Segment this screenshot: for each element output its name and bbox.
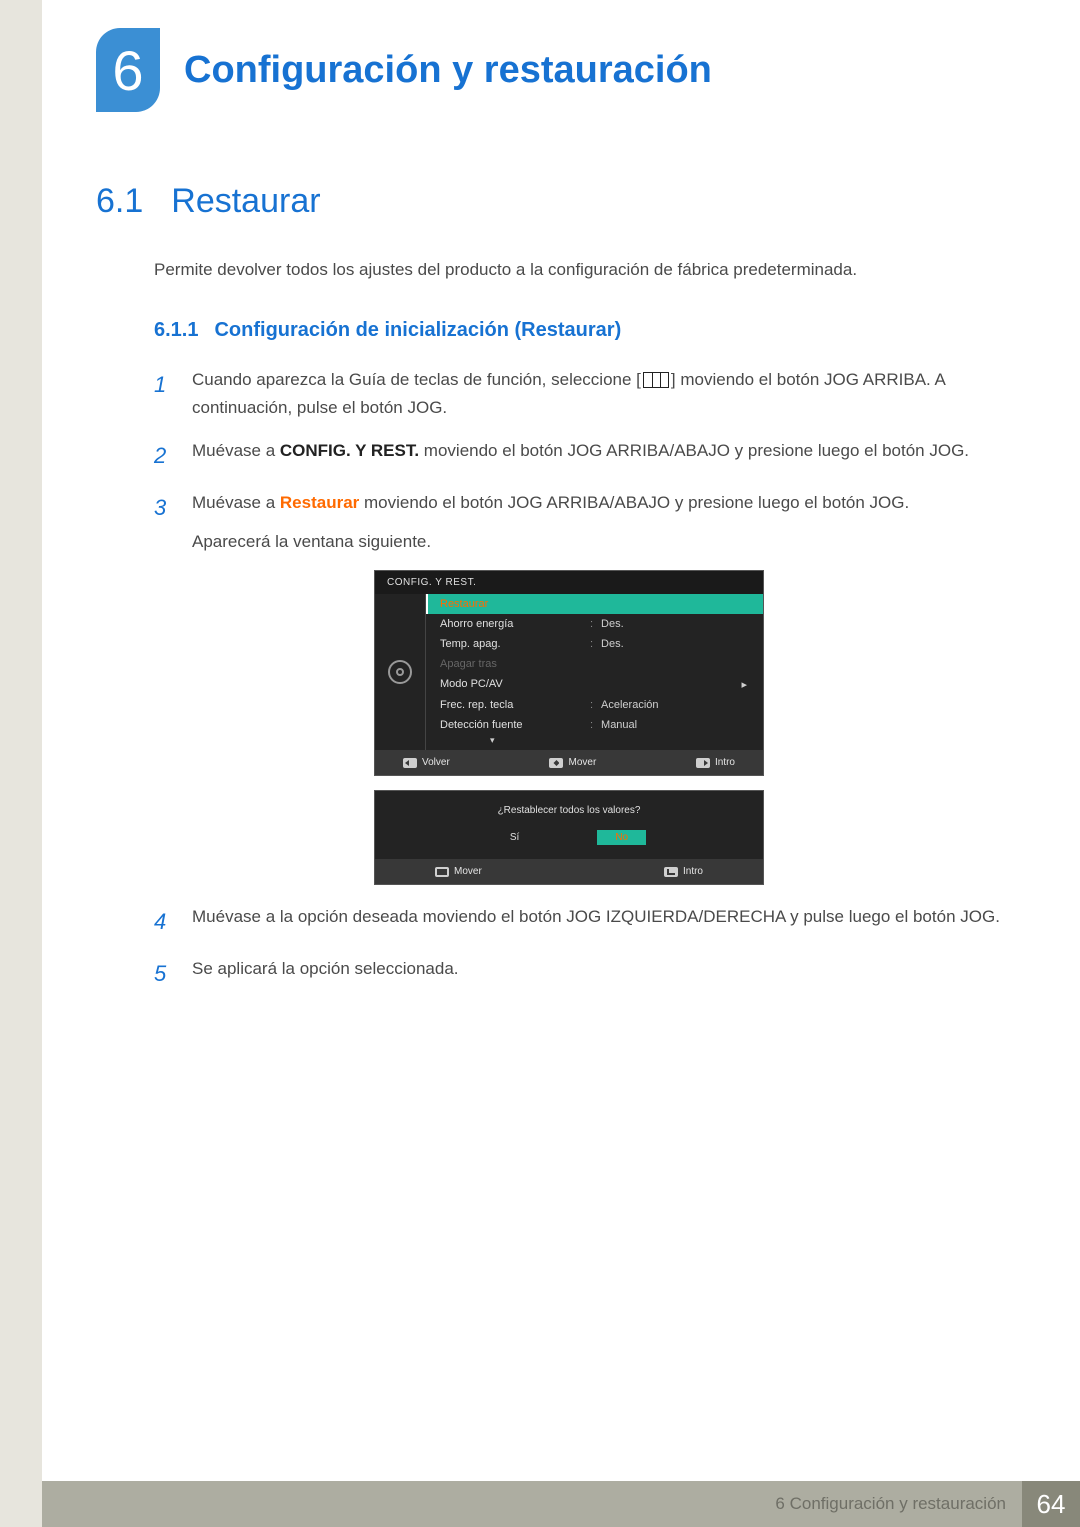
osd-item-fuente[interactable]: Detección fuente : Manual [426, 715, 763, 735]
dialog-footer-enter: Intro [664, 866, 703, 877]
osd-footer-move-label: Mover [568, 757, 596, 768]
subsection-number: 6.1.1 [154, 319, 198, 342]
osd-item-pcav[interactable]: Modo PC/AV ▸ [426, 674, 763, 695]
step-text: Cuando aparezca la Guía de teclas de fun… [192, 366, 1008, 424]
subsection-title: Configuración de inicialización (Restaur… [214, 319, 621, 342]
step-text: Muévase a Restaurar moviendo el botón JO… [192, 489, 1008, 557]
step3-pre: Muévase a [192, 493, 280, 512]
osd-item-ahorro[interactable]: Ahorro energía : Des. [426, 614, 763, 634]
step-1: 1 Cuando aparezca la Guía de teclas de f… [154, 366, 1008, 424]
osd-item-sep: : [590, 719, 601, 731]
main-content: 6.1 Restaurar Permite devolver todos los… [96, 182, 1008, 1006]
step-3: 3 Muévase a Restaurar moviendo el botón … [154, 489, 1008, 557]
osd-footer-move: Mover [549, 757, 596, 768]
section-intro: Permite devolver todos los ajustes del p… [154, 257, 1008, 283]
osd-item-value: Manual [601, 719, 751, 731]
step-number: 4 [154, 903, 176, 940]
key-left-icon [403, 758, 417, 768]
dialog-footer-move: Mover [435, 866, 482, 877]
osd-items: Restaurar Ahorro energía : Des. Temp. ap… [425, 594, 763, 750]
osd-footer-back-label: Volver [422, 757, 450, 768]
footer-label: 6 Configuración y restauración [775, 1481, 1022, 1527]
dialog-question: ¿Restablecer todos los valores? [375, 791, 763, 826]
step-text: Muévase a la opción deseada moviendo el … [192, 903, 1008, 940]
step1-pre: Cuando aparezca la Guía de teclas de fun… [192, 370, 641, 389]
osd-title: CONFIG. Y REST. [375, 571, 763, 594]
chapter-title: Configuración y restauración [184, 49, 712, 92]
key-right-icon [696, 758, 710, 768]
chapter-header: 6 Configuración y restauración [96, 28, 712, 112]
key-updown-icon [549, 758, 563, 768]
step3-post: moviendo el botón JOG ARRIBA/ABAJO y pre… [359, 493, 909, 512]
key-leftright-icon [435, 867, 449, 877]
osd-footer-enter: Intro [696, 757, 735, 768]
step3-bold: Restaurar [280, 493, 359, 512]
step2-pre: Muévase a [192, 441, 280, 460]
osd-item-value: Des. [601, 618, 751, 630]
dialog-footer-move-label: Mover [454, 866, 482, 877]
step-2: 2 Muévase a CONFIG. Y REST. moviendo el … [154, 437, 1008, 474]
footer-bar [42, 1481, 775, 1527]
step-number: 1 [154, 366, 176, 424]
step3-after: Aparecerá la ventana siguiente. [192, 528, 1008, 557]
dialog-footer-enter-label: Intro [683, 866, 703, 877]
osd-item-label: Temp. apag. [440, 638, 590, 650]
dialog-footer: Mover Intro [375, 859, 763, 884]
section-number: 6.1 [96, 182, 143, 221]
gear-icon [388, 660, 412, 684]
osd-item-value: Aceleración [601, 699, 751, 711]
step-4: 4 Muévase a la opción deseada moviendo e… [154, 903, 1008, 940]
key-enter-icon [664, 867, 678, 877]
osd-item-frec[interactable]: Frec. rep. tecla : Aceleración [426, 695, 763, 715]
step-number: 2 [154, 437, 176, 474]
osd-item-value: Des. [601, 638, 751, 650]
step-number: 5 [154, 955, 176, 992]
osd-footer-back: Volver [403, 757, 450, 768]
osd-body: Restaurar Ahorro energía : Des. Temp. ap… [375, 594, 763, 750]
section-heading: 6.1 Restaurar [96, 182, 1008, 221]
osd-item-label: Restaurar [440, 598, 751, 610]
osd-item-restaurar[interactable]: Restaurar [426, 594, 763, 614]
sidebar-stripe [0, 0, 42, 1527]
osd-footer: Volver Mover Intro [375, 750, 763, 775]
osd-item-label: Ahorro energía [440, 618, 590, 630]
step-list: 1 Cuando aparezca la Guía de teclas de f… [154, 366, 1008, 993]
osd-icon-column [375, 594, 425, 750]
dialog-yes-button[interactable]: Sí [492, 830, 537, 845]
step2-post: moviendo el botón JOG ARRIBA/ABAJO y pre… [419, 441, 969, 460]
osd-item-label: Apagar tras [440, 658, 751, 670]
step-text: Se aplicará la opción seleccionada. [192, 955, 1008, 992]
osd-item-sep: : [590, 638, 601, 650]
dialog-buttons: Sí No [375, 826, 763, 859]
subsection-heading: 6.1.1 Configuración de inicialización (R… [154, 319, 1008, 342]
step-number: 3 [154, 489, 176, 557]
osd-dialog: ¿Restablecer todos los valores? Sí No Mo… [374, 790, 764, 885]
chevron-right-icon: ▸ [741, 678, 751, 691]
section-title: Restaurar [171, 182, 320, 221]
osd-item-sep: : [590, 699, 601, 711]
osd-item-label: Detección fuente [440, 719, 590, 731]
osd-footer-enter-label: Intro [715, 757, 735, 768]
menu-icon [643, 372, 669, 388]
osd-item-label: Frec. rep. tecla [440, 699, 590, 711]
osd-item-apagar: Apagar tras [426, 654, 763, 674]
page-number: 64 [1022, 1481, 1080, 1527]
osd-item-sep: : [590, 618, 601, 630]
page-footer: 6 Configuración y restauración 64 [0, 1481, 1080, 1527]
chapter-number-badge: 6 [96, 28, 160, 112]
dialog-no-button[interactable]: No [597, 830, 646, 845]
step-text: Muévase a CONFIG. Y REST. moviendo el bo… [192, 437, 1008, 474]
step2-bold: CONFIG. Y REST. [280, 441, 419, 460]
scroll-down-icon: ▾ [426, 735, 763, 750]
osd-menu: CONFIG. Y REST. Restaurar Ahorro energía… [374, 570, 764, 776]
osd-item-temp[interactable]: Temp. apag. : Des. [426, 634, 763, 654]
step-5: 5 Se aplicará la opción seleccionada. [154, 955, 1008, 992]
osd-item-label: Modo PC/AV [440, 678, 741, 691]
